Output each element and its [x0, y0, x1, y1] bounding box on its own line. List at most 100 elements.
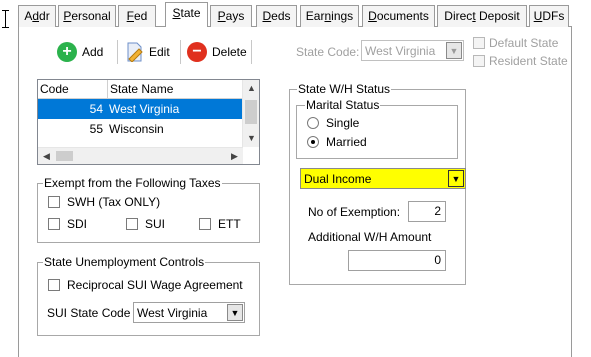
- filing-status-value: Dual Income: [304, 171, 372, 186]
- add-button[interactable]: + Add: [57, 39, 103, 65]
- resident-state-checkbox[interactable]: Resident State: [473, 54, 568, 68]
- state-code-label: State Code:: [296, 45, 360, 59]
- chevron-down-icon: ▼: [227, 304, 243, 321]
- reciprocal-sui-label: Reciprocal SUI Wage Agreement: [67, 278, 243, 292]
- column-header-state-name[interactable]: State Name: [108, 80, 243, 99]
- table-row[interactable]: 54 West Virginia: [38, 99, 242, 119]
- edit-icon: [127, 42, 143, 62]
- filing-status-select[interactable]: Dual Income ▼: [300, 168, 466, 189]
- column-header-label: State Name: [110, 82, 174, 96]
- delete-button-label: Delete: [212, 45, 247, 59]
- tab-label: State: [172, 6, 201, 20]
- tab-state[interactable]: State: [165, 2, 208, 27]
- tab-documents[interactable]: Documents: [362, 5, 435, 27]
- column-header-label: Code: [40, 82, 69, 96]
- delete-icon: −: [187, 42, 207, 62]
- table-row[interactable]: 55 Wisconsin: [38, 119, 242, 139]
- additional-wh-input[interactable]: 0: [348, 250, 446, 271]
- vertical-scrollbar[interactable]: ▲ ▼: [242, 80, 259, 147]
- scroll-thumb[interactable]: [56, 151, 73, 161]
- checkbox-box: [48, 279, 60, 291]
- single-label: Single: [326, 116, 360, 130]
- radio-button: [307, 117, 319, 129]
- tab-udfs[interactable]: UDFs: [529, 5, 569, 27]
- tab-label: UDFs: [533, 9, 565, 23]
- tab-pays[interactable]: Pays: [210, 5, 252, 27]
- add-icon: +: [57, 42, 77, 62]
- reciprocal-sui-checkbox[interactable]: Reciprocal SUI Wage Agreement: [48, 278, 243, 292]
- tab-label: Addr: [24, 9, 50, 23]
- additional-wh-label: Additional W/H Amount: [308, 230, 432, 244]
- resident-state-label: Resident State: [489, 54, 568, 68]
- tab-label: Fed: [126, 9, 148, 23]
- tab-addr[interactable]: Addr: [18, 5, 56, 27]
- ett-checkbox[interactable]: ETT: [199, 217, 241, 231]
- sui-checkbox[interactable]: SUI: [126, 217, 165, 231]
- sui-state-code-select[interactable]: West Virginia ▼: [133, 302, 245, 323]
- scroll-up-icon[interactable]: ▲: [243, 80, 259, 97]
- checkbox-box: [126, 218, 138, 230]
- default-state-checkbox[interactable]: Default State: [473, 36, 558, 50]
- state-code-select[interactable]: West Virginia ▼: [361, 40, 464, 61]
- tab-fed[interactable]: Fed: [118, 5, 156, 27]
- checkbox-box: [473, 37, 485, 49]
- tab-earnings[interactable]: Earnings: [300, 5, 359, 27]
- scroll-down-icon[interactable]: ▼: [243, 130, 259, 147]
- edit-button-label: Edit: [149, 45, 170, 59]
- scroll-thumb[interactable]: [245, 100, 257, 124]
- row-state-name: West Virginia: [109, 102, 180, 116]
- horizontal-scrollbar[interactable]: ◀ ▶: [38, 147, 243, 164]
- radio-button: [307, 136, 319, 148]
- toolbar-separator: [117, 40, 118, 64]
- default-state-label: Default State: [489, 36, 559, 50]
- state-list[interactable]: Code State Name 54 West Virginia 55 Wisc…: [37, 79, 260, 165]
- scroll-right-icon[interactable]: ▶: [226, 148, 243, 164]
- scroll-left-icon[interactable]: ◀: [38, 148, 55, 164]
- tab-label: Documents: [368, 9, 429, 23]
- single-radio[interactable]: Single: [307, 116, 359, 130]
- marital-status-group: [296, 105, 458, 159]
- marital-status-title: Marital Status: [305, 98, 381, 112]
- sdi-checkbox[interactable]: SDI: [48, 217, 87, 231]
- row-code: 55: [89, 122, 103, 136]
- checkbox-box: [48, 218, 60, 230]
- swh-checkbox[interactable]: SWH (Tax ONLY): [48, 195, 160, 209]
- text-cursor-icon: [2, 10, 9, 28]
- sui-state-code-label: SUI State Code: [47, 306, 131, 320]
- wh-status-title: State W/H Status: [297, 82, 392, 96]
- tab-deds[interactable]: Deds: [256, 5, 297, 27]
- tab-label: Pays: [217, 9, 245, 23]
- toolbar-separator: [180, 40, 181, 64]
- checkbox-box: [473, 55, 485, 67]
- additional-wh-value: 0: [434, 253, 441, 267]
- sui-state-code-value: West Virginia: [137, 305, 208, 320]
- delete-button[interactable]: − Delete: [187, 39, 247, 65]
- chevron-down-icon: ▼: [446, 42, 462, 59]
- row-state-name: Wisconsin: [109, 122, 164, 136]
- sdi-label: SDI: [67, 217, 88, 231]
- state-code-value: West Virginia: [365, 43, 436, 58]
- exempt-taxes-title: Exempt from the Following Taxes: [43, 176, 222, 190]
- tab-label: Earnings: [305, 9, 354, 23]
- tab-label: Direct Deposit: [444, 9, 520, 23]
- row-code: 54: [89, 102, 103, 116]
- ett-label: ETT: [218, 217, 241, 231]
- checkbox-box: [199, 218, 211, 230]
- unemployment-controls-group: [37, 262, 260, 336]
- checkbox-box: [48, 196, 60, 208]
- married-radio[interactable]: Married: [307, 135, 367, 149]
- swh-label: SWH (Tax ONLY): [67, 195, 161, 209]
- exemptions-input[interactable]: 2: [408, 201, 446, 222]
- add-button-label: Add: [82, 45, 104, 59]
- tab-direct-deposit[interactable]: Direct Deposit: [437, 5, 527, 27]
- toolbar-separator: [251, 40, 252, 64]
- exempt-taxes-group: [37, 183, 260, 243]
- married-label: Married: [326, 135, 367, 149]
- sui-label: SUI: [145, 217, 166, 231]
- chevron-down-icon: ▼: [448, 170, 464, 187]
- tab-label: Deds: [262, 9, 291, 23]
- exemptions-label: No of Exemption:: [308, 205, 401, 219]
- column-header-code[interactable]: Code: [38, 80, 108, 99]
- edit-button[interactable]: Edit: [126, 39, 170, 65]
- tab-personal[interactable]: Personal: [58, 5, 116, 27]
